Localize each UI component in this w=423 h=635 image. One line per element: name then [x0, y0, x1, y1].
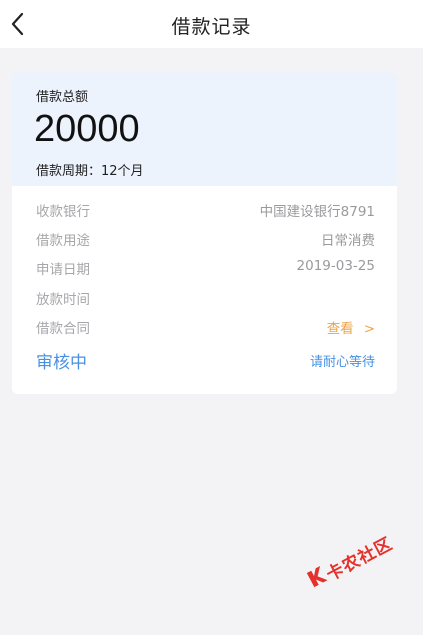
detail-row-contract[interactable]: 借款合同 查看 >	[36, 317, 375, 337]
detail-key: 申请日期	[36, 262, 90, 278]
view-contract-link[interactable]: 查看 >	[327, 317, 375, 337]
detail-row-purpose: 借款用途 日常消费	[36, 229, 375, 249]
view-contract-label: 查看	[326, 321, 354, 337]
status-badge: 审核中	[36, 353, 87, 373]
loan-period: 借款周期：12个月	[36, 164, 144, 179]
detail-key: 借款合同	[36, 321, 90, 337]
chevron-right-icon: >	[363, 321, 375, 337]
watermark-text: 卡农社区	[323, 533, 397, 586]
page-title: 借款记录	[171, 16, 252, 38]
detail-value: 中国建设银行8791	[259, 204, 375, 220]
status-hint: 请耐心等待	[309, 355, 375, 370]
detail-key: 收款银行	[36, 204, 90, 220]
total-amount-label: 借款总额	[36, 90, 89, 105]
loan-summary: 借款总额 20000 借款周期：12个月	[12, 72, 397, 186]
watermark: 卡农社区	[301, 513, 417, 600]
detail-value: 2019-03-25	[296, 258, 375, 274]
loan-amount: 20000	[34, 108, 140, 150]
detail-row-apply-date: 申请日期 2019-03-25	[36, 258, 375, 278]
detail-key: 借款用途	[36, 233, 90, 249]
detail-key: 放款时间	[36, 292, 90, 308]
detail-value: 日常消费	[321, 233, 375, 249]
loan-record-card: 借款总额 20000 借款周期：12个月 收款银行 中国建设银行8791 借款用…	[12, 72, 397, 394]
detail-row-disburse-time: 放款时间	[36, 288, 375, 308]
nav-bar: 借款记录	[0, 0, 423, 48]
detail-row-bank: 收款银行 中国建设银行8791	[36, 200, 375, 220]
